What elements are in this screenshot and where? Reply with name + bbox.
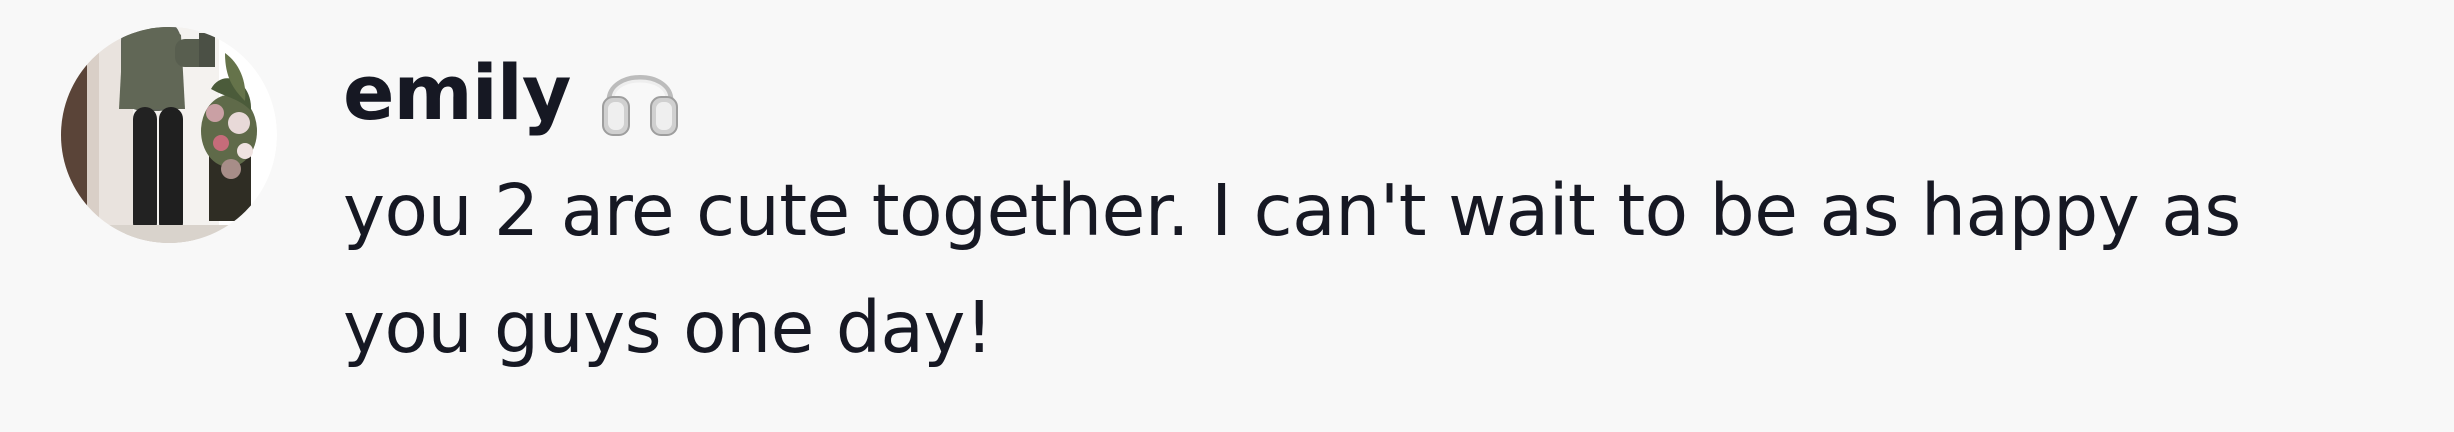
comment-text: you 2 are cute together. I can't wait to…	[343, 152, 2403, 386]
comment-body: emily you 2 are cute together. I can't w…	[343, 40, 2403, 386]
comment-item: emily you 2 are cute together. I can't w…	[0, 0, 2454, 432]
avatar[interactable]	[61, 27, 277, 243]
username[interactable]: emily	[343, 55, 571, 131]
headphones-icon	[595, 53, 685, 149]
avatar-image	[61, 27, 277, 243]
comment-header: emily	[343, 40, 2403, 160]
comment-text-line: you 2 are cute together. I can't wait to…	[343, 169, 2241, 252]
comment-text-line: you guys one day!	[343, 286, 993, 369]
